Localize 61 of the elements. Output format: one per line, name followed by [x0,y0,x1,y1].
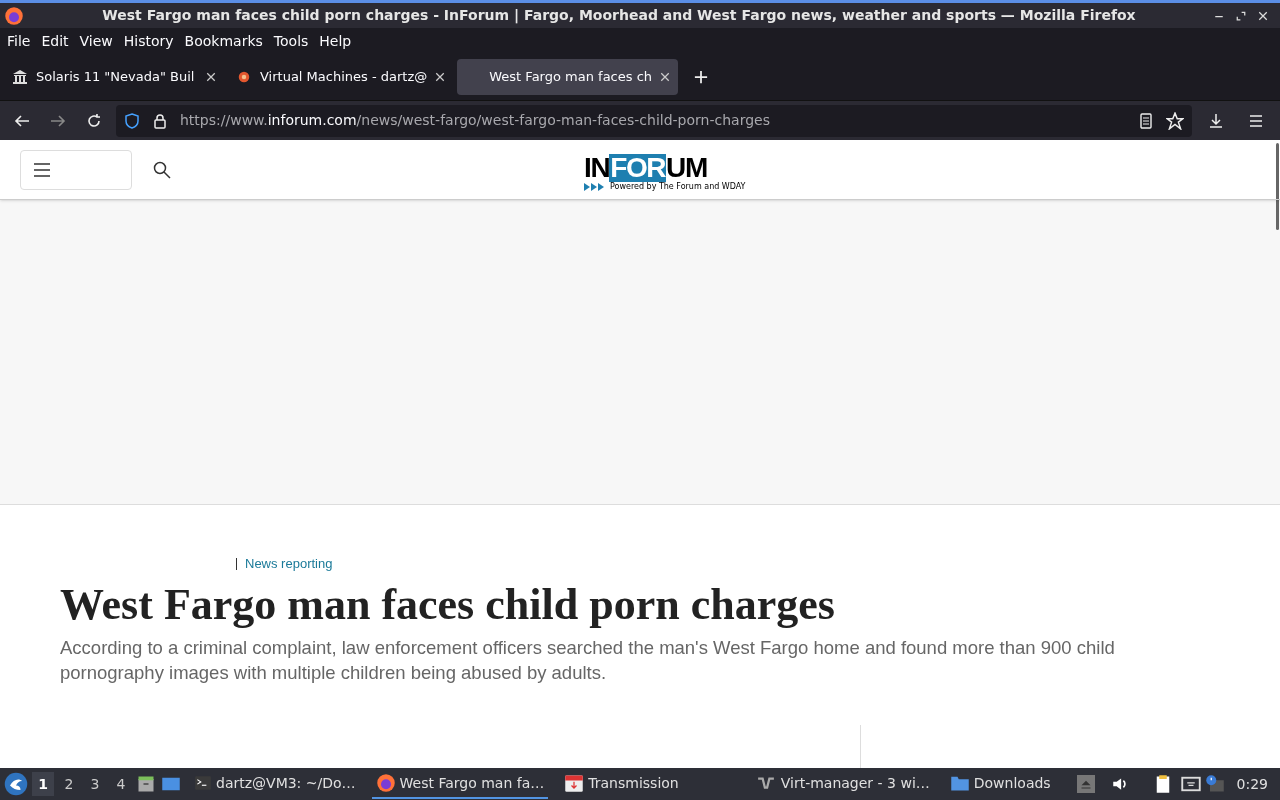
workspace-button[interactable]: 3 [84,772,106,796]
browser-tab[interactable]: Virtual Machines - dartz@ [228,59,454,95]
workspace-button[interactable]: 2 [58,772,80,796]
notification-icon [1204,774,1225,794]
menu-item[interactable]: Bookmarks [179,30,268,52]
lock-icon [152,112,168,129]
menu-item[interactable]: Edit [36,30,74,52]
reader-view-icon [1138,112,1154,129]
file-cabinet-icon [136,774,156,794]
clock: 0:29 [1235,774,1269,794]
tab-title: Virtual Machines - dartz@ [260,68,428,87]
close-icon [435,72,446,82]
scrollbar-thumb[interactable] [1276,143,1279,230]
search-icon [153,160,171,179]
terminal-icon [194,774,212,792]
download-icon [1208,112,1224,129]
menu-icon [33,162,51,177]
close-icon [1258,10,1268,21]
site-logo[interactable]: INFORUM Powered by The Forum and WDAY [584,154,746,191]
menu-item[interactable]: Help [314,30,357,52]
close-icon [660,72,671,82]
workspace-button[interactable]: 4 [110,772,132,796]
menu-item[interactable]: History [118,30,179,52]
menu-icon [1248,112,1264,129]
taskbar-button[interactable]: Transmission [560,769,683,799]
shield-icon [124,112,140,129]
plus-icon [694,70,709,84]
address-bar[interactable]: https://www.inforum.com/news/west-fargo/west-fargo-man-faces-child-porn-charges [116,104,1192,137]
reload-icon [86,112,102,129]
menu-item[interactable]: Tools [268,30,314,52]
taskbar-button[interactable]: dartz@VM3: ~/Do… [190,769,360,799]
taskbar-button[interactable]: West Fargo man fa… [371,769,549,799]
taskbar-button[interactable]: Virt-manager - 3 wi… [750,769,934,799]
menu-button[interactable] [20,149,132,190]
tab-title: West Fargo man faces ch [489,68,653,87]
bird-logo-icon [4,772,28,796]
section-link[interactable]: News reporting [245,554,333,574]
menu-item[interactable]: File [2,30,36,52]
star-icon [1166,111,1184,130]
tab-title: Solaris 11 "Nevada" Buil [36,68,196,87]
building-icon [12,69,28,85]
maximize-icon [1236,10,1246,21]
back-arrow-icon [14,112,30,129]
search-button[interactable] [152,159,172,180]
browser-tab[interactable]: West Fargo man faces ch [457,59,679,95]
workspace-button[interactable]: 1 [32,772,54,796]
browser-tab[interactable]: Solaris 11 "Nevada" Buil [4,59,224,95]
taskbar-button[interactable]: Downloads [945,769,1055,799]
url-text: https://www.inforum.com/news/west-fargo/west-fargo-man-faces-child-porn-charges [180,111,771,130]
forward-arrow-icon [50,112,66,129]
eject-icon [1076,773,1095,795]
menu-item[interactable]: View [74,30,118,52]
browser-icon [4,5,24,26]
download-box-icon [564,773,585,793]
article-summary: According to a criminal complaint, law enforcement officers searched the man's West Fargo home and found more than 900 child pornography images with multiple children being abused by adults. [60,636,1116,685]
window-title: West Fargo man faces child porn charges - InForum | Fargo, Moorhead and West Fargo news, weather and sports — Mozilla Firefox [101,6,1137,26]
network-icon [1180,774,1201,794]
browser-icon [375,773,396,793]
headline: West Fargo man faces child porn charges [60,579,835,631]
close-icon [206,72,216,82]
circle-icon [238,71,250,83]
